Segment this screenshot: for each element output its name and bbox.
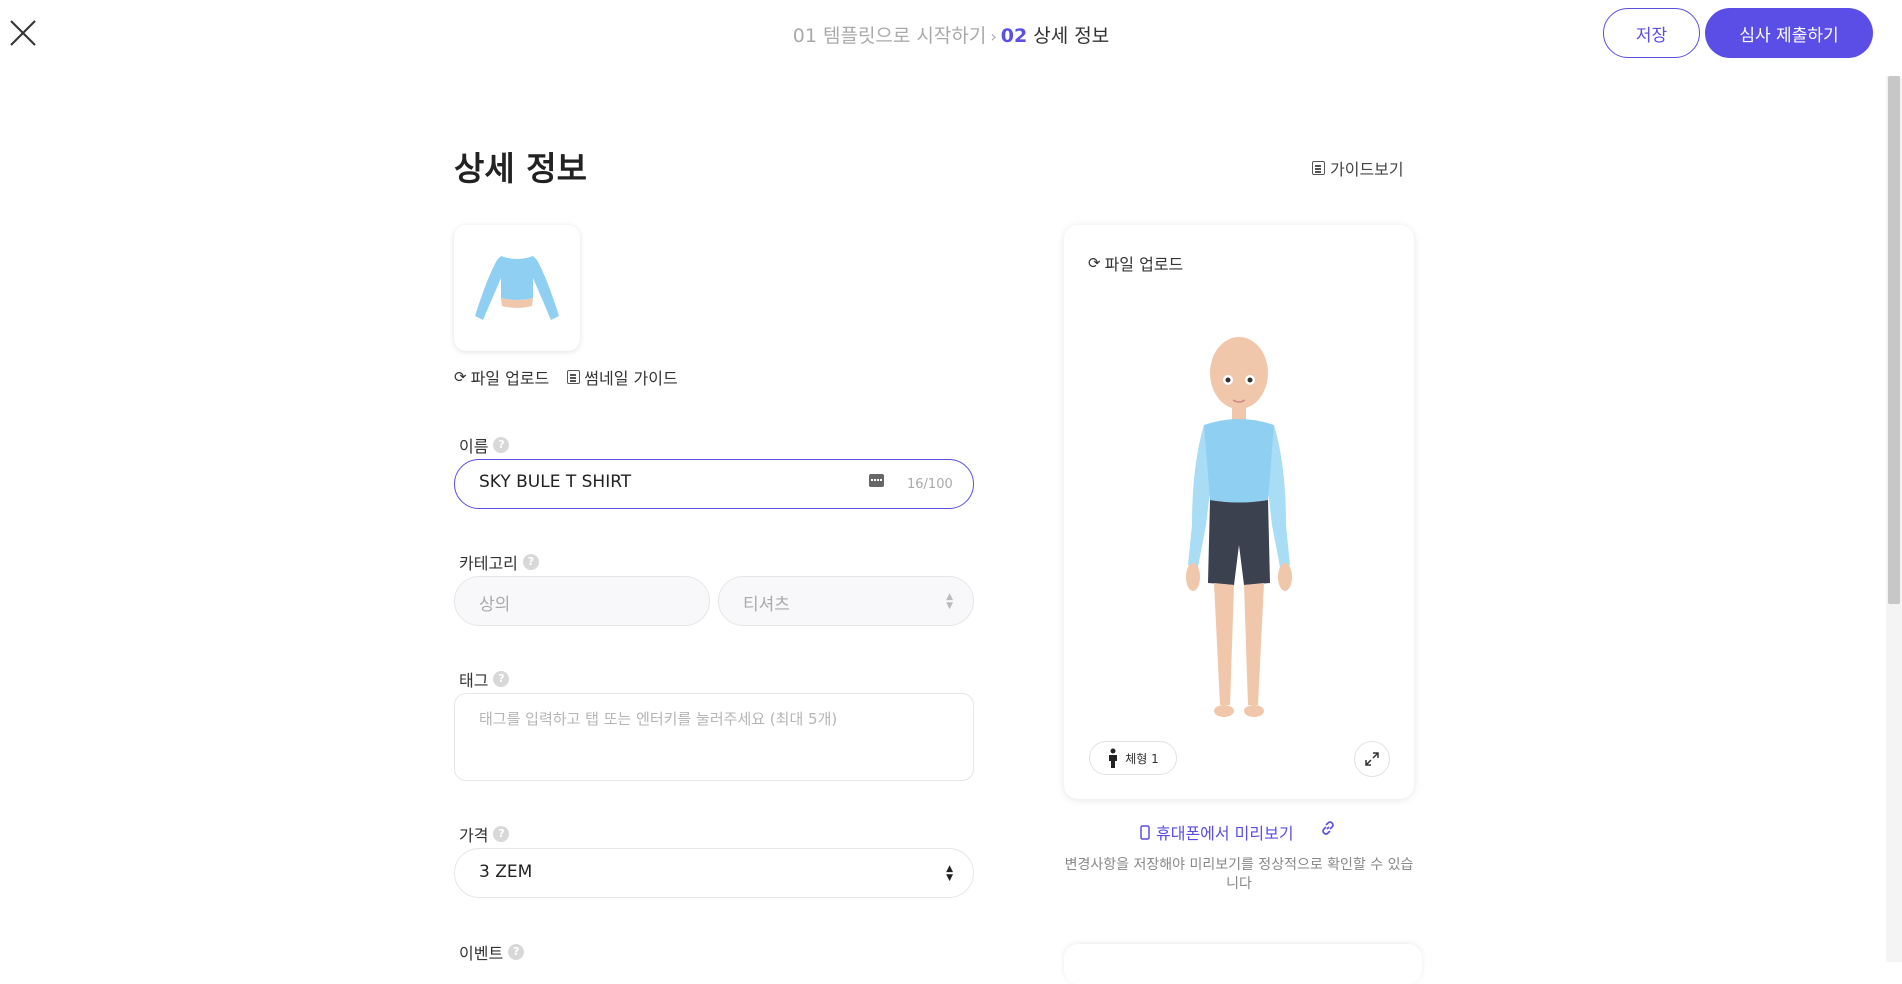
avatar-preview-card: ⟳ 파일 업로드 체형 1 <box>1064 225 1414 799</box>
help-icon[interactable]: ? <box>493 437 510 453</box>
name-label: 이름? <box>459 433 510 457</box>
name-input[interactable] <box>479 472 859 492</box>
price-label: 가격? <box>459 822 510 846</box>
thumbnail-guide-button[interactable]: 썸네일 가이드 <box>567 365 678 389</box>
link-icon[interactable] <box>1320 820 1336 840</box>
body-type-label: 체형 1 <box>1125 751 1159 766</box>
thumbnail-image[interactable] <box>454 225 580 351</box>
expand-icon[interactable] <box>1354 741 1390 777</box>
thumbnail-actions: ⟳ 파일 업로드 썸네일 가이드 <box>454 365 678 389</box>
category-primary-value: 상의 <box>479 595 511 615</box>
sort-arrows-icon: ▲ ▼ <box>946 592 953 611</box>
help-icon[interactable]: ? <box>493 826 510 842</box>
refresh-icon: ⟳ <box>1088 254 1101 272</box>
sort-arrows-icon: ▲ ▼ <box>946 864 953 883</box>
scrollbar-thumb[interactable] <box>1888 76 1900 604</box>
category-secondary-value: 티셔츠 <box>743 595 790 615</box>
event-label: 이벤트? <box>459 940 525 964</box>
document-icon <box>1312 161 1325 175</box>
submit-review-button[interactable]: 심사 제출하기 <box>1705 8 1873 58</box>
thumbnail-upload-label: 파일 업로드 <box>470 369 550 388</box>
name-char-counter: 16/100 <box>907 477 953 492</box>
tag-input[interactable]: 태그를 입력하고 탭 또는 엔터키를 눌러주세요 (최대 5개) <box>454 693 974 781</box>
preview-upload-label: 파일 업로드 <box>1104 255 1184 274</box>
price-value: 3 ZEM <box>479 862 533 882</box>
step-2: 02 상세 정보 <box>1000 25 1110 47</box>
chevron-right-icon: › <box>990 27 997 46</box>
step-1[interactable]: 01 템플릿으로 시작하기 <box>793 25 987 47</box>
phone-icon <box>1140 824 1150 840</box>
help-icon[interactable]: ? <box>522 554 539 570</box>
help-icon[interactable]: ? <box>508 944 525 960</box>
guide-link[interactable]: 가이드보기 <box>1312 156 1404 180</box>
body-type-button[interactable]: 체형 1 <box>1089 741 1177 775</box>
refresh-icon: ⟳ <box>454 368 467 386</box>
preview-notice: 변경사항을 저장해야 미리보기를 정상적으로 확인할 수 있습니다 <box>1064 857 1414 892</box>
mobile-preview-button[interactable]: 휴대폰에서 미리보기 <box>1140 820 1294 844</box>
help-icon[interactable]: ? <box>493 671 510 687</box>
preview-upload-button[interactable]: ⟳ 파일 업로드 <box>1088 251 1183 275</box>
mobile-preview-label: 휴대폰에서 미리보기 <box>1156 824 1294 843</box>
save-button[interactable]: 저장 <box>1603 8 1700 58</box>
keyboard-icon[interactable] <box>869 474 884 487</box>
tag-placeholder: 태그를 입력하고 탭 또는 엔터키를 눌러주세요 (최대 5개) <box>479 710 838 728</box>
category-secondary-select[interactable]: 티셔츠 ▲ ▼ <box>718 576 974 626</box>
avatar-3d-model[interactable] <box>1164 325 1314 725</box>
tag-label: 태그? <box>459 667 510 691</box>
page-title: 상세 정보 <box>454 149 587 188</box>
thumbnail-upload-button[interactable]: ⟳ 파일 업로드 <box>454 365 549 389</box>
person-icon <box>1109 748 1118 768</box>
price-select[interactable]: 3 ZEM ▲ ▼ <box>454 848 974 898</box>
thumbnail-guide-label: 썸네일 가이드 <box>584 369 678 388</box>
next-card <box>1064 944 1422 984</box>
name-field[interactable]: 16/100 <box>454 459 974 509</box>
guide-link-label: 가이드보기 <box>1330 160 1404 179</box>
category-primary-select[interactable]: 상의 <box>454 576 710 626</box>
shirt-thumbnail <box>475 256 559 320</box>
document-icon <box>567 370 581 384</box>
category-label: 카테고리? <box>459 550 539 574</box>
top-bar: 01 템플릿으로 시작하기 › 02 상세 정보 저장 심사 제출하기 <box>0 0 1902 66</box>
